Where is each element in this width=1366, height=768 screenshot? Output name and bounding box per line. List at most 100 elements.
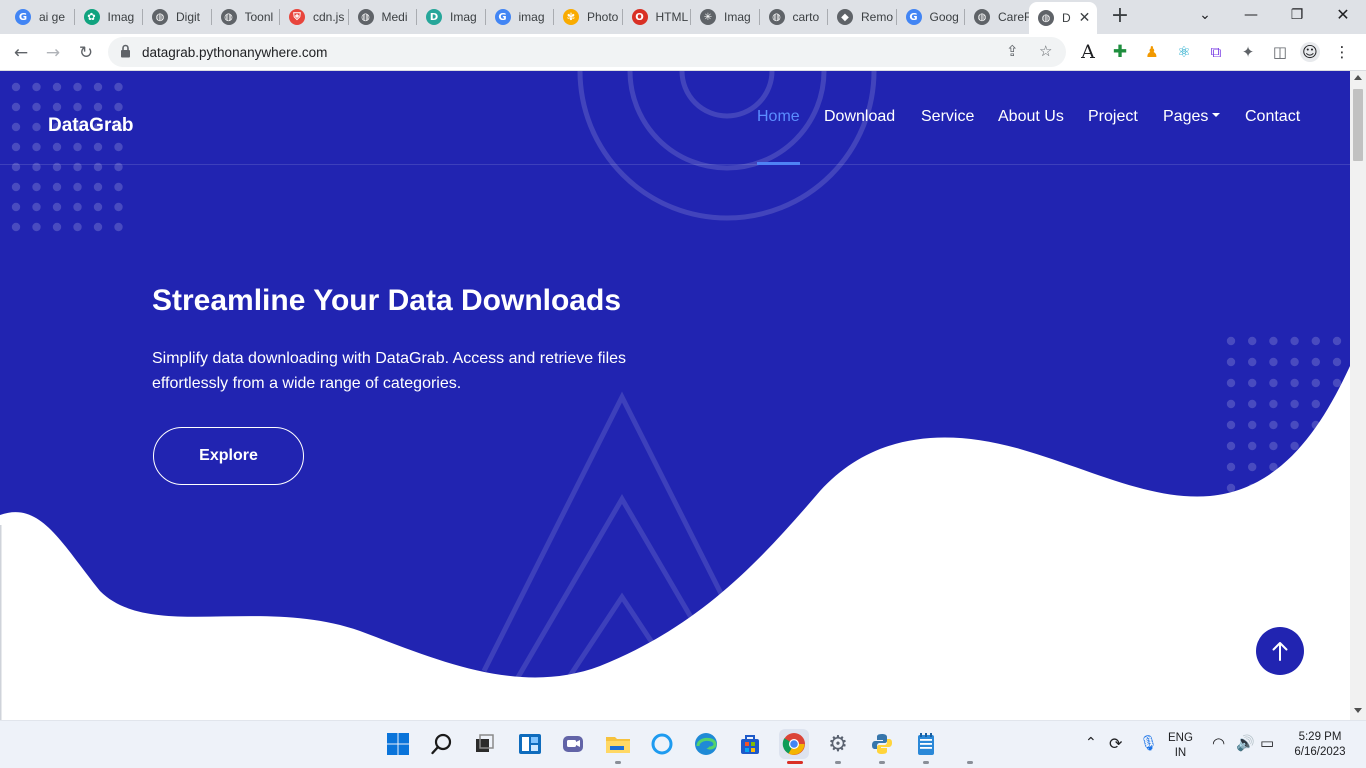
tab-strip: Gai ge ✿ Imag ◍ Digit ◍ Toonl ⛨ cdn.js ◍ Medi D Imag… (0, 0, 1366, 34)
globe-icon: ◍ (768, 9, 785, 25)
tab-4[interactable]: ◍ Toonl (212, 0, 279, 34)
tab-13[interactable]: ◆ Remo (828, 0, 895, 34)
tab-5[interactable]: ⛨ cdn.js (280, 0, 347, 34)
tab-15[interactable]: ◍ CareF (965, 0, 1032, 34)
photos-icon: ✾ (563, 9, 579, 25)
running-indicator (967, 761, 973, 764)
nav-divider (0, 164, 1350, 165)
nav-active-indicator (757, 162, 800, 165)
tab-title: Imag (724, 10, 751, 24)
nav-home[interactable]: Home (757, 108, 800, 126)
notepad-icon[interactable] (911, 729, 941, 759)
extension-copy-icon[interactable]: ⧉ (1206, 42, 1226, 62)
reload-button[interactable]: ↻ (73, 40, 99, 66)
tab-8[interactable]: Gimag (486, 0, 553, 34)
microphone-icon[interactable]: 🎙 (1139, 734, 1158, 752)
url-text: datagrab.pythonanywhere.com (142, 45, 328, 60)
tab-11[interactable]: ✳ Imag (691, 0, 758, 34)
tab-14[interactable]: G Goog (897, 0, 964, 34)
tab-12[interactable]: ◍ carto (760, 0, 827, 34)
tab-6[interactable]: ◍ Medi (349, 0, 416, 34)
tab-7[interactable]: D Imag (417, 0, 484, 34)
tab-3[interactable]: ◍ Digit (143, 0, 210, 34)
scroll-down-arrow-icon[interactable] (1354, 708, 1362, 713)
share-icon[interactable]: ⇪ (1006, 42, 1019, 60)
tab-1[interactable]: Gai ge (6, 0, 73, 34)
back-button[interactable]: ← (8, 40, 34, 66)
nav-project[interactable]: Project (1088, 108, 1138, 126)
cortana-icon[interactable] (647, 729, 677, 759)
tab-title: imag (518, 10, 545, 24)
back-to-top-button[interactable] (1256, 627, 1304, 675)
scroll-up-arrow-icon[interactable] (1354, 75, 1362, 80)
close-window-button[interactable]: ✕ (1320, 0, 1366, 32)
tab-title: Medi (381, 10, 408, 24)
address-bar[interactable]: datagrab.pythonanywhere.com ⇪ ☆ (108, 37, 1066, 67)
nav-service[interactable]: Service (921, 108, 974, 126)
python-icon[interactable] (867, 729, 897, 759)
settings-icon[interactable]: ⚙ (823, 729, 853, 759)
clock[interactable]: 5:29 PM 6/16/2023 (1290, 730, 1350, 760)
battery-icon[interactable]: ▭ (1260, 734, 1274, 752)
tab-title: Imag (450, 10, 477, 24)
search-icon[interactable] (427, 729, 457, 759)
extensions-puzzle-icon[interactable]: ✦ (1238, 42, 1258, 62)
tab-title: cdn.js (313, 10, 345, 24)
region-label: IN (1174, 747, 1187, 759)
restore-button[interactable]: ❐ (1274, 0, 1320, 32)
site-brand-logo[interactable]: DataGrab (48, 115, 134, 137)
globe-icon: ◍ (152, 9, 168, 25)
volume-icon[interactable]: 🔊 (1236, 734, 1255, 752)
chevron-up-icon[interactable]: ⌃ (1085, 735, 1097, 751)
close-tab-icon[interactable]: ✕ (1079, 10, 1091, 26)
tab-title: Photo (587, 10, 619, 24)
store-icon[interactable] (735, 729, 765, 759)
nav-download[interactable]: Download (824, 108, 895, 126)
bookmark-star-icon[interactable]: ☆ (1039, 42, 1052, 60)
scrollbar-thumb[interactable] (1353, 89, 1363, 161)
tab-search-chevron-icon[interactable]: ⌄ (1182, 0, 1228, 32)
tab-title: Goog (929, 10, 959, 24)
task-view-icon[interactable] (470, 729, 500, 759)
nav-pages-dropdown[interactable]: Pages (1163, 108, 1221, 126)
language-indicator[interactable]: ENG IN (1168, 731, 1193, 761)
side-panel-icon[interactable]: ◫ (1270, 42, 1290, 62)
opera-icon: O (631, 9, 648, 25)
tab-title: Remo (861, 10, 894, 24)
explore-button[interactable]: Explore (153, 427, 304, 485)
nav-contact[interactable]: Contact (1245, 108, 1300, 126)
running-indicator (879, 761, 885, 764)
reader-font-icon[interactable]: A (1078, 42, 1098, 62)
teams-icon[interactable] (558, 729, 588, 759)
globe-icon: ◍ (220, 9, 237, 25)
chrome-icon[interactable] (779, 729, 809, 759)
new-tab-button[interactable]: + (1108, 4, 1132, 28)
menu-kebab-icon[interactable]: ⋮ (1332, 42, 1352, 62)
tab-10[interactable]: O HTML (623, 0, 690, 34)
globe-icon: ◍ (1038, 10, 1054, 26)
profile-avatar[interactable]: ☺ (1300, 42, 1320, 62)
forward-button[interactable]: → (40, 40, 66, 66)
extension-people-icon[interactable]: ♟ (1142, 42, 1162, 62)
sync-icon[interactable]: ⟳ (1109, 734, 1122, 753)
tab-title: Imag (107, 10, 135, 24)
tab-title: carto (792, 10, 820, 24)
nav-about-us[interactable]: About Us (998, 108, 1064, 126)
d-icon: D (426, 9, 442, 25)
extension-react-icon[interactable]: ⚛ (1174, 42, 1194, 62)
google-icon: G (494, 9, 511, 25)
wifi-icon[interactable]: ◠ (1212, 734, 1225, 752)
minimize-button[interactable]: — (1228, 0, 1274, 32)
time-label: 5:29 PM (1298, 731, 1342, 743)
edge-icon[interactable] (691, 729, 721, 759)
start-icon[interactable] (383, 729, 413, 759)
tab-title: CareF (998, 10, 1032, 24)
page-scrollbar[interactable] (1350, 71, 1366, 720)
tab-9[interactable]: ✾ Photo (554, 0, 621, 34)
extension-plus-icon[interactable]: ✚ (1110, 42, 1130, 62)
file-explorer-icon[interactable] (603, 729, 633, 759)
tab-2[interactable]: ✿ Imag (75, 0, 142, 34)
tab-active[interactable]: ◍ D ✕ (1029, 2, 1097, 34)
widgets-icon[interactable] (515, 729, 545, 759)
layers-icon: ◆ (837, 9, 853, 25)
